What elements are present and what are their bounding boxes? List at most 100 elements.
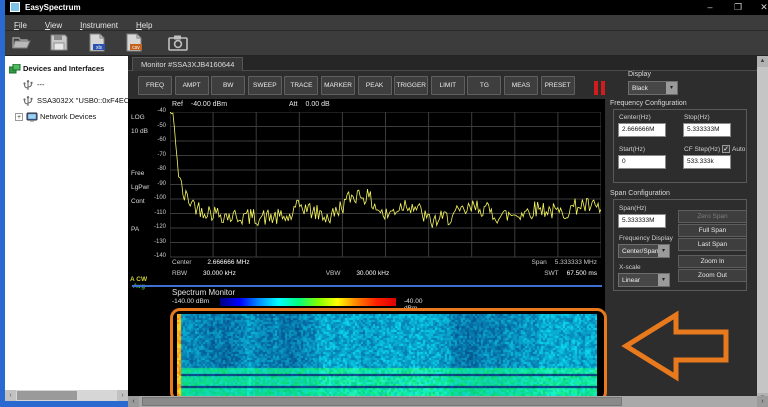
toolbar: xls csv bbox=[5, 31, 768, 56]
freq-config-title: Frequency Configuration bbox=[610, 100, 687, 107]
tree-item-label: SSA3032X "USB0::0xF4EC::0 bbox=[37, 96, 128, 105]
center-label: Center bbox=[172, 259, 192, 266]
softkey-meas[interactable]: MEAS bbox=[504, 76, 538, 95]
auto-label: Auto bbox=[732, 146, 745, 153]
softkey-trace[interactable]: TRACE bbox=[284, 76, 318, 95]
tree-item-label: Network Devices bbox=[40, 112, 96, 121]
softkey-sweep[interactable]: SWEEP bbox=[248, 76, 282, 95]
scroll-right-icon[interactable]: › bbox=[117, 390, 128, 401]
plot-header: Ref -40.00 dBm Att 0.00 dB bbox=[172, 101, 602, 108]
scroll-up-icon[interactable]: ▲ bbox=[757, 56, 768, 67]
freq-display-value: Center/Span bbox=[622, 246, 659, 257]
y-tick: -40 bbox=[142, 108, 166, 114]
softkey-row: FREQAMPTBWSWEEPTRACEMARKERPEAKTRIGGERLIM… bbox=[138, 76, 583, 96]
tree-item-label: --- bbox=[37, 80, 45, 89]
zero-span-button[interactable]: Zero Span bbox=[678, 210, 747, 223]
softkey-marker[interactable]: MARKER bbox=[321, 76, 355, 95]
display-combobox[interactable]: Black ▾ bbox=[628, 81, 678, 95]
chevron-down-icon[interactable]: ▾ bbox=[666, 82, 677, 94]
tree-item-ssa3032x-usb0-0xf4ec-0[interactable]: SSA3032X "USB0::0xF4EC::0 bbox=[5, 93, 128, 108]
att-label: Att bbox=[289, 101, 298, 108]
stop-hz-label: Stop(Hz) bbox=[684, 114, 710, 121]
titlebar: EasySpectrum – ❐ ✕ bbox=[5, 0, 768, 15]
scale-min-label: -140.00 dBm bbox=[172, 298, 209, 305]
section-divider bbox=[132, 285, 602, 287]
highlight-annotation-rect bbox=[170, 308, 607, 402]
softkey-preset[interactable]: PRESET bbox=[541, 76, 575, 95]
maximize-button[interactable]: ❐ bbox=[727, 1, 749, 14]
svg-text:xls: xls bbox=[96, 45, 103, 51]
span-config-group: Span(Hz) 5.333333M Frequency Display Cen… bbox=[613, 199, 747, 291]
main-horizontal-scrollbar[interactable]: ‹ › bbox=[128, 396, 768, 407]
scroll-right-icon[interactable]: › bbox=[757, 396, 768, 407]
y-tick: -120 bbox=[142, 224, 166, 230]
softkey-trigger[interactable]: TRIGGER bbox=[394, 76, 428, 95]
softkey-peak[interactable]: PEAK bbox=[358, 76, 392, 95]
span-value: 5.333333 MHz bbox=[555, 259, 597, 266]
softkey-ampt[interactable]: AMPT bbox=[175, 76, 209, 95]
tree-item--[interactable]: --- bbox=[5, 77, 128, 92]
softkey-tg[interactable]: TG bbox=[467, 76, 501, 95]
y-tick: -110 bbox=[142, 210, 166, 216]
device-tree-panel: Devices and Interfaces --- SSA3032X "USB0:… bbox=[5, 56, 128, 390]
spectrum-monitor-title: Spectrum Monitor bbox=[172, 288, 235, 297]
vbw-label: VBW bbox=[326, 270, 341, 277]
y-tick: -90 bbox=[142, 181, 166, 187]
softkey-bw[interactable]: BW bbox=[211, 76, 245, 95]
span-hz-input[interactable]: 5.333333M bbox=[618, 214, 666, 228]
softkey-freq[interactable]: FREQ bbox=[138, 76, 172, 95]
usb-icon bbox=[23, 96, 34, 106]
export-xls-icon[interactable]: xls bbox=[84, 33, 110, 54]
chevron-down-icon[interactable]: ▾ bbox=[658, 245, 669, 257]
y-tick: -60 bbox=[142, 137, 166, 143]
x-scale-value: Linear bbox=[622, 275, 640, 286]
sidebar-horizontal-scrollbar[interactable]: ‹ › bbox=[5, 390, 128, 401]
tree-item-devices-and-interfaces[interactable]: Devices and Interfaces bbox=[5, 61, 128, 76]
trace-flag-acw: A CW bbox=[130, 276, 147, 283]
scroll-left-icon[interactable]: ‹ bbox=[128, 396, 139, 407]
x-scale-combobox[interactable]: Linear ▾ bbox=[618, 273, 670, 287]
zoom-in-button[interactable]: Zoom In bbox=[678, 255, 747, 268]
window-bottom-border bbox=[0, 401, 128, 407]
plot-footer-row1: Center 2.666666 MHz 5.333333 MHz Span bbox=[172, 259, 597, 266]
freq-config-group: Center(Hz) 2.666666M Stop(Hz) 5.333333M … bbox=[613, 109, 747, 183]
close-button[interactable]: ✕ bbox=[753, 1, 768, 14]
mode-label-10db: 10 dB bbox=[131, 128, 148, 135]
usb-icon bbox=[23, 80, 34, 90]
cf-step-input[interactable]: 533.333k bbox=[683, 155, 731, 169]
y-tick: -130 bbox=[142, 239, 166, 245]
open-file-icon[interactable] bbox=[9, 34, 35, 55]
y-tick: -70 bbox=[142, 152, 166, 158]
vbw-value: 30.000 kHz bbox=[356, 270, 389, 277]
full-span-button[interactable]: Full Span bbox=[678, 224, 747, 237]
auto-checkbox[interactable]: ✓ bbox=[722, 145, 730, 153]
softkey-limit[interactable]: LIMIT bbox=[431, 76, 465, 95]
center-hz-input[interactable]: 2.666666M bbox=[618, 123, 666, 137]
y-tick: -50 bbox=[142, 123, 166, 129]
chevron-down-icon[interactable]: ▾ bbox=[658, 274, 669, 286]
color-gradient-bar bbox=[220, 298, 396, 306]
zoom-out-button[interactable]: Zoom Out bbox=[678, 269, 747, 282]
scrollbar-thumb[interactable] bbox=[142, 397, 622, 406]
tab-strip: Monitor #SSA3XJB4160644 bbox=[128, 56, 757, 71]
freq-display-combobox[interactable]: Center/Span ▾ bbox=[618, 244, 670, 258]
expander-icon[interactable]: + bbox=[15, 113, 23, 121]
last-span-button[interactable]: Last Span bbox=[678, 238, 747, 251]
monitor-tab[interactable]: Monitor #SSA3XJB4160644 bbox=[132, 57, 243, 71]
scrollbar-thumb[interactable] bbox=[17, 391, 77, 400]
y-tick: -80 bbox=[142, 166, 166, 172]
scroll-left-icon[interactable]: ‹ bbox=[5, 390, 16, 401]
pause-icon[interactable] bbox=[594, 81, 606, 95]
export-csv-icon[interactable]: csv bbox=[121, 33, 147, 54]
minimize-button[interactable]: – bbox=[699, 1, 721, 14]
start-hz-input[interactable]: 0 bbox=[618, 155, 666, 169]
save-icon[interactable] bbox=[46, 33, 72, 54]
vertical-scrollbar[interactable]: ▲ ▼ bbox=[757, 56, 768, 404]
span-hz-label: Span(Hz) bbox=[619, 205, 646, 212]
display-label: Display bbox=[628, 71, 651, 78]
screenshot-icon[interactable] bbox=[165, 34, 191, 55]
span-label: Span bbox=[532, 259, 547, 266]
tree-item-network-devices[interactable]: + Network Devices bbox=[5, 109, 128, 124]
start-hz-label: Start(Hz) bbox=[619, 146, 645, 153]
stop-hz-input[interactable]: 5.333333M bbox=[683, 123, 731, 137]
